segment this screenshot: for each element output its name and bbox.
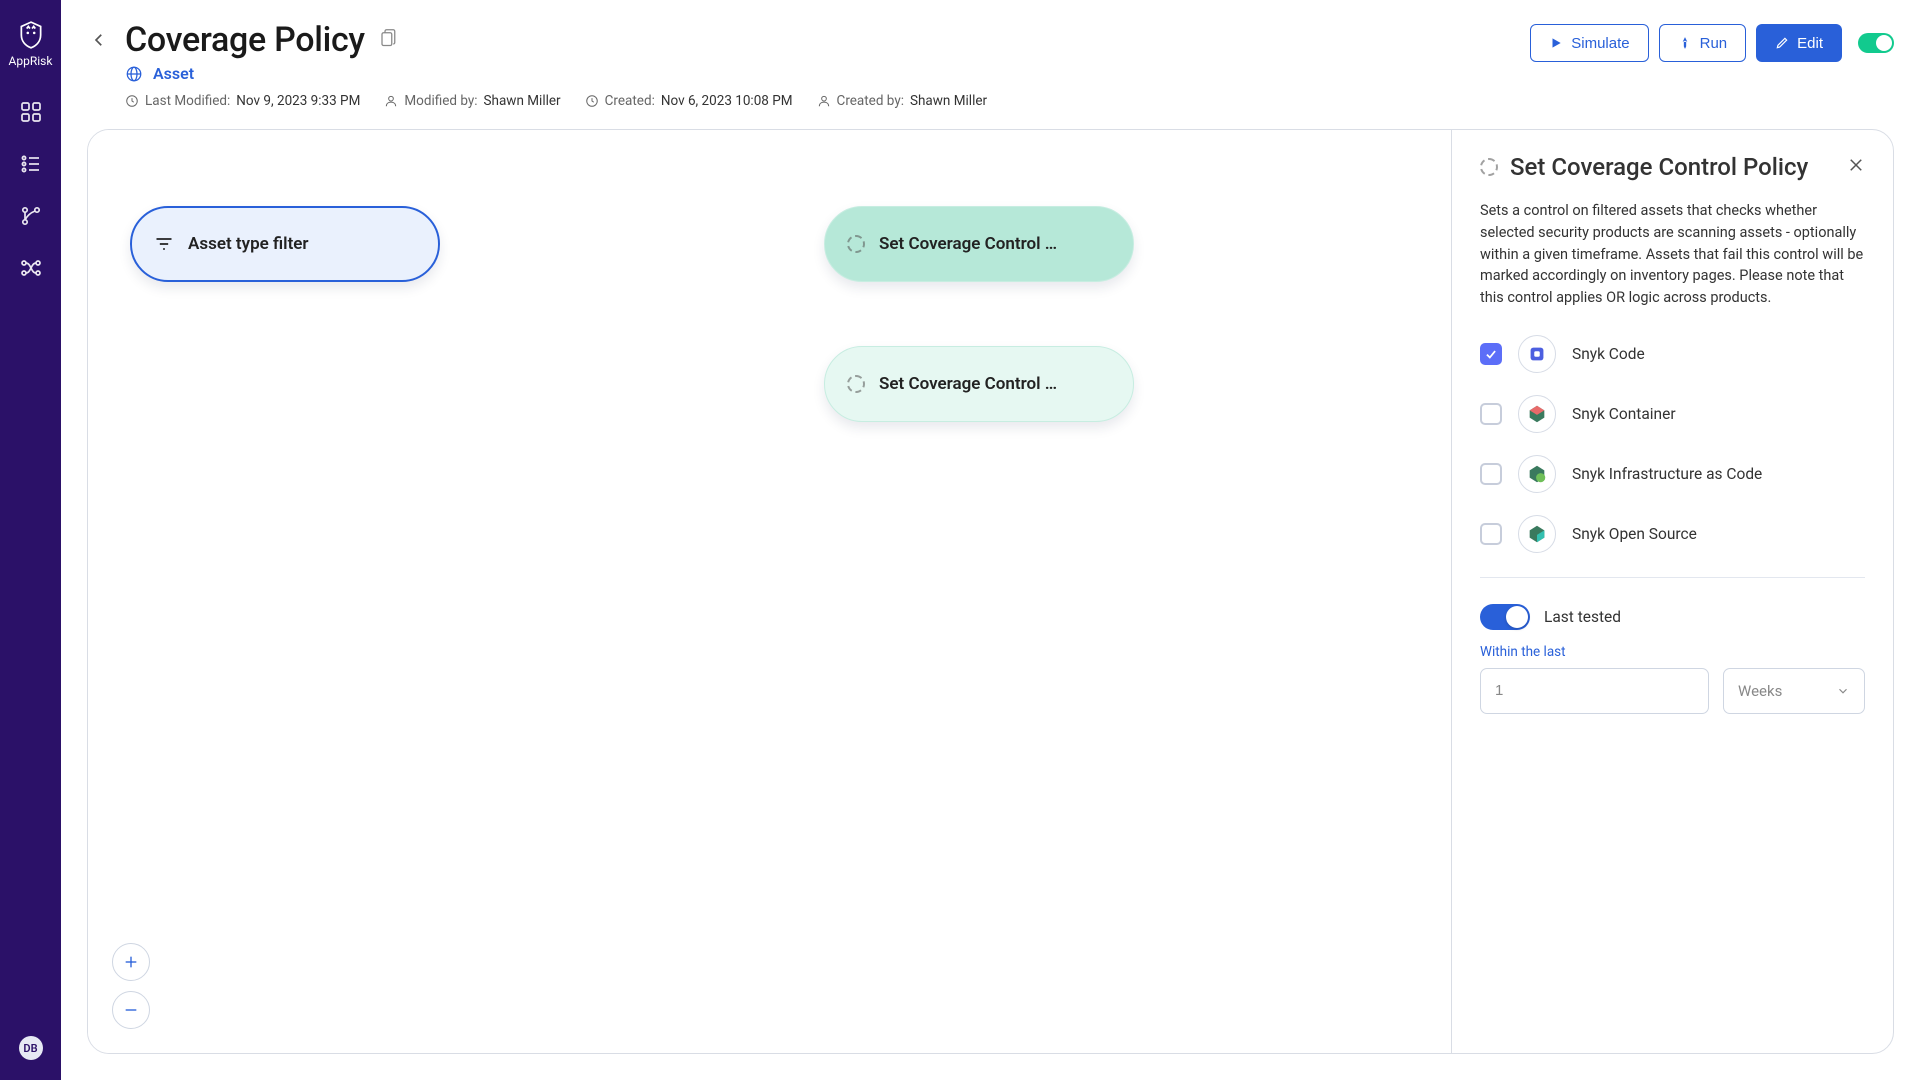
- zoom-in-button[interactable]: [112, 943, 150, 981]
- brand-icon: [1518, 395, 1556, 433]
- page-title: Coverage Policy: [125, 20, 365, 60]
- shield-icon: [17, 20, 45, 50]
- within-value-input[interactable]: [1480, 668, 1709, 714]
- nav-list[interactable]: [19, 152, 43, 180]
- meta-info: Last Modified: Nov 9, 2023 9:33 PM Modif…: [125, 93, 1516, 109]
- enable-toggle[interactable]: [1858, 33, 1894, 53]
- flow-icon: [19, 256, 43, 280]
- spinner-icon: [847, 375, 865, 393]
- product-row-snyk-container: Snyk Container: [1480, 395, 1865, 433]
- created-by-label: Created by:: [837, 93, 904, 109]
- product-row-snyk-code: Snyk Code: [1480, 335, 1865, 373]
- checkbox-snyk-iac[interactable]: [1480, 463, 1502, 485]
- chevron-down-icon: [1836, 684, 1850, 698]
- spinner-icon: [847, 235, 865, 253]
- node-label: Asset type filter: [188, 234, 309, 254]
- product-label: Snyk Open Source: [1572, 525, 1697, 543]
- flow-canvas[interactable]: Asset type filter Set Coverage Control ……: [88, 130, 1451, 1053]
- node-coverage-a[interactable]: Set Coverage Control …: [824, 206, 1134, 282]
- rocket-icon: [1678, 36, 1692, 50]
- app-name-label: AppRisk: [9, 54, 53, 68]
- nav-branches[interactable]: [19, 204, 43, 232]
- last-tested-toggle[interactable]: [1480, 604, 1530, 630]
- brand-icon: [1518, 515, 1556, 553]
- edit-button[interactable]: Edit: [1756, 24, 1842, 62]
- check-icon: [1484, 347, 1498, 361]
- last-modified-value: Nov 9, 2023 9:33 PM: [236, 93, 360, 109]
- checkbox-snyk-container[interactable]: [1480, 403, 1502, 425]
- brand-icon: [1518, 455, 1556, 493]
- back-button[interactable]: [87, 28, 111, 52]
- main-area: Coverage Policy Asset Last Modified: Nov: [61, 0, 1920, 1080]
- minus-icon: [123, 1002, 139, 1018]
- branch-icon: [19, 204, 43, 228]
- user-avatar[interactable]: DB: [19, 1036, 43, 1060]
- copy-icon: [379, 28, 397, 48]
- user-icon: [817, 94, 831, 108]
- pencil-icon: [1775, 36, 1789, 50]
- last-modified-label: Last Modified:: [145, 93, 230, 109]
- close-panel-button[interactable]: [1847, 156, 1865, 178]
- clock-icon: [585, 94, 599, 108]
- within-label: Within the last: [1480, 644, 1865, 660]
- workspace: Asset type filter Set Coverage Control ……: [87, 129, 1894, 1054]
- simulate-button[interactable]: Simulate: [1530, 24, 1648, 62]
- settings-panel: Set Coverage Control Policy Sets a contr…: [1451, 130, 1893, 1053]
- product-label: Snyk Container: [1572, 405, 1676, 423]
- user-icon: [384, 94, 398, 108]
- product-label: Snyk Infrastructure as Code: [1572, 465, 1762, 483]
- play-icon: [1549, 36, 1563, 50]
- product-list: Snyk Code Snyk Container Snyk Infrastruc…: [1480, 335, 1865, 578]
- run-label: Run: [1700, 35, 1728, 52]
- product-label: Snyk Code: [1572, 345, 1645, 363]
- nav-dashboard[interactable]: [19, 100, 43, 128]
- panel-description: Sets a control on filtered assets that c…: [1480, 200, 1865, 309]
- created-value: Nov 6, 2023 10:08 PM: [661, 93, 793, 109]
- modified-by-label: Modified by:: [404, 93, 477, 109]
- simulate-label: Simulate: [1571, 35, 1629, 52]
- close-icon: [1847, 156, 1865, 174]
- within-unit-select[interactable]: Weeks: [1723, 668, 1865, 714]
- product-row-snyk-iac: Snyk Infrastructure as Code: [1480, 455, 1865, 493]
- created-by-value: Shawn Miller: [910, 93, 987, 109]
- created-label: Created:: [605, 93, 655, 109]
- breadcrumb[interactable]: Asset: [125, 64, 1516, 83]
- checkbox-snyk-oss[interactable]: [1480, 523, 1502, 545]
- copy-button[interactable]: [379, 28, 397, 52]
- globe-icon: [125, 65, 143, 83]
- header-actions: Simulate Run Edit: [1530, 24, 1894, 62]
- sidebar: AppRisk: [0, 0, 61, 1080]
- page-header: Coverage Policy Asset Last Modified: Nov: [87, 20, 1894, 109]
- breadcrumb-label: Asset: [153, 64, 194, 83]
- checkbox-snyk-code[interactable]: [1480, 343, 1502, 365]
- nav-flow[interactable]: [19, 256, 43, 284]
- run-button[interactable]: Run: [1659, 24, 1747, 62]
- node-label: Set Coverage Control …: [879, 374, 1057, 394]
- zoom-controls: [112, 943, 150, 1029]
- plus-icon: [123, 954, 139, 970]
- clock-icon: [125, 94, 139, 108]
- panel-title: Set Coverage Control Policy: [1510, 152, 1835, 182]
- product-row-snyk-oss: Snyk Open Source: [1480, 515, 1865, 553]
- brand-icon: [1518, 335, 1556, 373]
- node-asset-filter[interactable]: Asset type filter: [130, 206, 440, 282]
- chevron-left-icon: [90, 31, 108, 49]
- app-logo[interactable]: AppRisk: [9, 20, 53, 68]
- node-label: Set Coverage Control …: [879, 234, 1057, 254]
- grid-icon: [19, 100, 43, 124]
- last-tested-label: Last tested: [1544, 608, 1621, 626]
- spinner-icon: [1480, 158, 1498, 176]
- list-icon: [19, 152, 43, 176]
- filter-icon: [154, 234, 174, 254]
- modified-by-value: Shawn Miller: [484, 93, 561, 109]
- edit-label: Edit: [1797, 35, 1823, 52]
- zoom-out-button[interactable]: [112, 991, 150, 1029]
- within-unit-value: Weeks: [1738, 682, 1782, 700]
- node-coverage-b[interactable]: Set Coverage Control …: [824, 346, 1134, 422]
